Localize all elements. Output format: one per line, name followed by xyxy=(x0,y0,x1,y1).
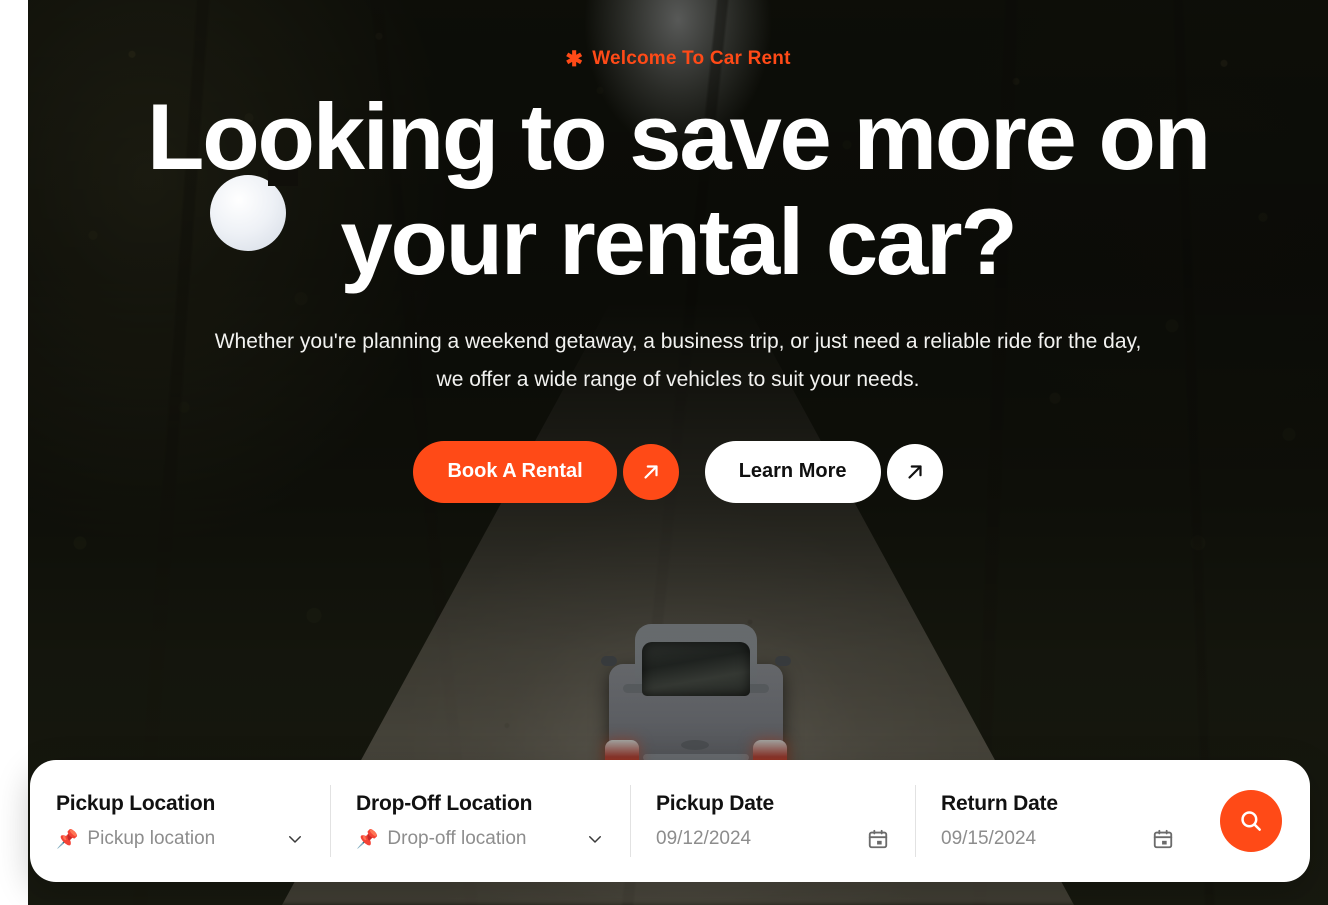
hero-subtitle: Whether you're planning a weekend getawa… xyxy=(214,329,1142,391)
book-a-rental-arrow-button[interactable] xyxy=(622,443,679,500)
learn-more-arrow-button[interactable] xyxy=(886,443,943,500)
dropoff-location-label: Drop-Off Location xyxy=(356,792,533,815)
hero-cta-row: Book A Rental Learn More xyxy=(28,440,1328,503)
map-pin-icon: 📌 xyxy=(56,829,79,849)
decorative-circle xyxy=(210,175,286,251)
return-date-control[interactable]: 09/15/2024 xyxy=(941,828,1174,850)
pickup-date-value: 09/12/2024 xyxy=(656,828,752,849)
book-a-rental-button[interactable]: Book A Rental xyxy=(413,440,617,503)
rental-search-bar: Pickup Location 📌 Pickup location Drop-O… xyxy=(30,760,1310,882)
search-icon xyxy=(1241,811,1261,831)
pickup-location-control[interactable]: 📌 Pickup location xyxy=(56,828,304,850)
pickup-date-label: Pickup Date xyxy=(656,792,775,815)
dropoff-location-value: Drop-off location xyxy=(387,828,527,849)
hero-eyebrow: ✱ Welcome To Car Rent xyxy=(28,48,1328,70)
chevron-down-icon[interactable] xyxy=(586,830,604,848)
return-date-label: Return Date xyxy=(941,792,1058,815)
hero-content: ✱ Welcome To Car Rent Looking to save mo… xyxy=(28,0,1328,503)
return-date-value: 09/15/2024 xyxy=(941,828,1037,849)
hero-eyebrow-label: Welcome To Car Rent xyxy=(592,48,791,69)
pickup-date-control[interactable]: 09/12/2024 xyxy=(656,828,889,850)
chevron-down-icon[interactable] xyxy=(286,830,304,848)
calendar-icon[interactable] xyxy=(867,828,889,850)
decorative-notch xyxy=(268,170,298,186)
dropoff-location-field[interactable]: Drop-Off Location 📌 Drop-off location xyxy=(330,783,630,859)
arrow-up-right-icon xyxy=(644,465,658,479)
return-date-field[interactable]: Return Date 09/15/2024 xyxy=(915,783,1200,859)
book-a-rental-cta-group[interactable]: Book A Rental xyxy=(413,440,679,503)
calendar-icon[interactable] xyxy=(1152,828,1174,850)
map-pin-icon: 📌 xyxy=(356,829,379,849)
page-root: ✱ Welcome To Car Rent Looking to save mo… xyxy=(0,0,1328,905)
pickup-location-label: Pickup Location xyxy=(56,792,216,815)
learn-more-cta-group[interactable]: Learn More xyxy=(704,440,943,503)
arrow-up-right-icon xyxy=(907,465,922,479)
search-submit-button[interactable] xyxy=(1220,790,1282,852)
dropoff-location-control[interactable]: 📌 Drop-off location xyxy=(356,828,604,850)
pickup-location-field[interactable]: Pickup Location 📌 Pickup location xyxy=(30,783,330,859)
pickup-location-value: Pickup location xyxy=(87,828,216,849)
sparkle-asterisk-icon: ✱ xyxy=(565,47,584,71)
learn-more-button[interactable]: Learn More xyxy=(704,440,881,503)
pickup-date-field[interactable]: Pickup Date 09/12/2024 xyxy=(630,783,915,859)
